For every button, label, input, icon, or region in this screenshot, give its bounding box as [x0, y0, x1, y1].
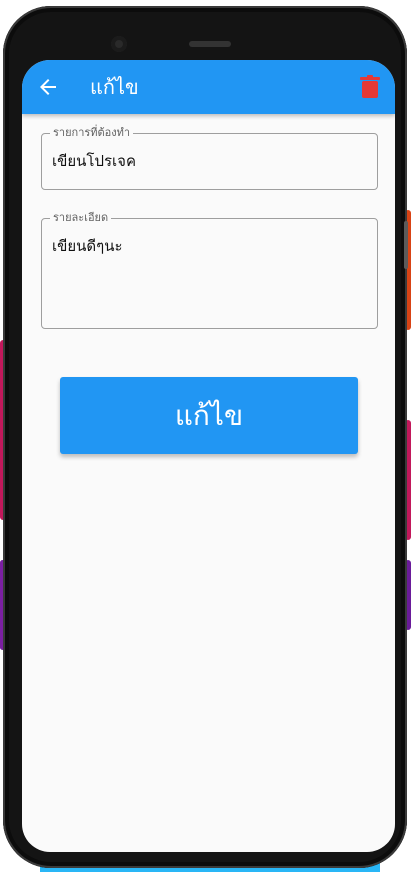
trash-icon[interactable] [359, 75, 381, 99]
todo-field[interactable]: รายการที่ต้องทำ เขียนโปรเจค [41, 126, 378, 190]
detail-field-label: รายละเอียด [50, 211, 112, 225]
todo-field-label: รายการที่ต้องทำ [50, 126, 134, 140]
detail-field[interactable]: รายละเอียด เขียนดีๆนะ [41, 211, 378, 329]
app-bar: แก้ไข [22, 60, 395, 114]
detail-field-value[interactable]: เขียนดีๆนะ [52, 236, 123, 256]
edit-submit-button[interactable]: แก้ไข [60, 377, 358, 454]
power-button [404, 221, 408, 269]
earpiece-speaker [189, 41, 231, 47]
phone-frame: แก้ไข รายการที่ต้องทำ เขียนโปรเจค รายละเ… [3, 6, 408, 868]
todo-field-value[interactable]: เขียนโปรเจค [52, 151, 136, 171]
arrow-back-icon[interactable] [36, 75, 60, 99]
page-title: แก้ไข [90, 75, 139, 99]
app-screen: แก้ไข รายการที่ต้องทำ เขียนโปรเจค รายละเ… [22, 60, 395, 852]
front-camera [111, 36, 127, 52]
